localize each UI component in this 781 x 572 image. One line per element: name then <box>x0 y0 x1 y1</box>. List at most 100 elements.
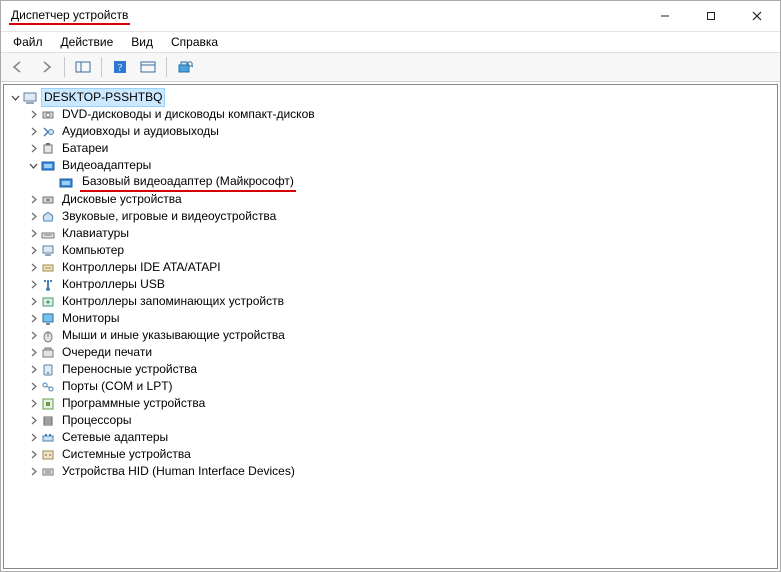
category-row[interactable]: Мониторы <box>26 310 777 327</box>
svg-text:?: ? <box>118 63 123 74</box>
expand-icon[interactable] <box>26 125 40 139</box>
category-row[interactable]: Сетевые адаптеры <box>26 429 777 446</box>
category-label: Компьютер <box>60 242 126 259</box>
show-hide-console-tree-button[interactable] <box>70 55 96 79</box>
device-row[interactable]: Базовый видеоадаптер (Майкрософт) <box>44 174 777 191</box>
menubar: Файл Действие Вид Справка <box>1 32 780 53</box>
scan-hardware-button[interactable] <box>172 55 198 79</box>
device-category-icon <box>40 294 56 310</box>
minimize-button[interactable] <box>642 1 688 31</box>
forward-button[interactable] <box>33 55 59 79</box>
menu-help[interactable]: Справка <box>163 33 226 51</box>
category-label: Программные устройства <box>60 395 207 412</box>
expand-icon[interactable] <box>26 363 40 377</box>
expand-icon[interactable] <box>26 278 40 292</box>
device-category-icon <box>40 260 56 276</box>
tree-root-label: DESKTOP-PSSHTBQ <box>42 89 164 106</box>
expand-icon[interactable] <box>26 210 40 224</box>
expand-icon[interactable] <box>26 380 40 394</box>
device-category-icon <box>40 396 56 412</box>
category-label: Клавиатуры <box>60 225 131 242</box>
expand-icon[interactable] <box>26 227 40 241</box>
device-manager-window: Диспетчер устройств Файл Действие Вид Сп… <box>0 0 781 572</box>
device-category-icon <box>40 311 56 327</box>
menu-file[interactable]: Файл <box>5 33 51 51</box>
category-label: DVD-дисководы и дисководы компакт-дисков <box>60 106 317 123</box>
category-label: Контроллеры IDE ATA/ATAPI <box>60 259 223 276</box>
titlebar: Диспетчер устройств <box>1 1 780 32</box>
tree-root[interactable]: DESKTOP-PSSHTBQ <box>8 89 777 106</box>
expand-icon[interactable] <box>26 329 40 343</box>
properties-button[interactable] <box>135 55 161 79</box>
device-category-icon <box>40 226 56 242</box>
menu-view[interactable]: Вид <box>123 33 161 51</box>
menu-action[interactable]: Действие <box>53 33 122 51</box>
category-label: Процессоры <box>60 412 134 429</box>
expand-icon[interactable] <box>26 312 40 326</box>
category-row[interactable]: Контроллеры запоминающих устройств <box>26 293 777 310</box>
device-category-icon <box>40 243 56 259</box>
category-row[interactable]: Системные устройства <box>26 446 777 463</box>
collapse-icon[interactable] <box>8 91 22 105</box>
expand-icon[interactable] <box>26 261 40 275</box>
device-category-icon <box>40 430 56 446</box>
help-button[interactable]: ? <box>107 55 133 79</box>
window-controls <box>642 1 780 31</box>
category-row[interactable]: Мыши и иные указывающие устройства <box>26 327 777 344</box>
category-row[interactable]: Контроллеры IDE ATA/ATAPI <box>26 259 777 276</box>
expand-icon[interactable] <box>26 465 40 479</box>
category-row[interactable]: Клавиатуры <box>26 225 777 242</box>
device-tree: DESKTOP-PSSHTBQ DVD-дисководы и дисковод… <box>4 89 777 480</box>
category-row[interactable]: Переносные устройства <box>26 361 777 378</box>
scan-hardware-icon <box>177 60 193 74</box>
expand-icon[interactable] <box>26 448 40 462</box>
category-label: Видеоадаптеры <box>60 157 153 174</box>
device-category-icon <box>40 362 56 378</box>
expand-icon[interactable] <box>26 108 40 122</box>
device-category-icon <box>40 464 56 480</box>
category-row[interactable]: Процессоры <box>26 412 777 429</box>
toolbar: ? <box>1 53 780 82</box>
expand-icon[interactable] <box>26 193 40 207</box>
expand-icon[interactable] <box>26 244 40 258</box>
back-button[interactable] <box>5 55 31 79</box>
expand-icon[interactable] <box>26 431 40 445</box>
help-icon: ? <box>113 60 127 74</box>
device-label: Базовый видеоадаптер (Майкрософт) <box>80 174 296 188</box>
expand-icon[interactable] <box>26 397 40 411</box>
expand-icon[interactable] <box>26 142 40 156</box>
expand-icon[interactable] <box>26 414 40 428</box>
device-category-icon <box>40 124 56 140</box>
console-tree-icon <box>75 60 91 74</box>
category-row[interactable]: Порты (COM и LPT) <box>26 378 777 395</box>
category-row[interactable]: Батареи <box>26 140 777 157</box>
category-label: Устройства HID (Human Interface Devices) <box>60 463 297 480</box>
window-title: Диспетчер устройств <box>9 8 130 22</box>
expand-icon[interactable] <box>26 346 40 360</box>
expand-icon[interactable] <box>26 295 40 309</box>
category-row[interactable]: Очереди печати <box>26 344 777 361</box>
device-category-icon <box>40 107 56 123</box>
device-tree-area[interactable]: DESKTOP-PSSHTBQ DVD-дисководы и дисковод… <box>3 84 778 569</box>
category-row[interactable]: Программные устройства <box>26 395 777 412</box>
category-row[interactable]: Звуковые, игровые и видеоустройства <box>26 208 777 225</box>
device-category-icon <box>40 328 56 344</box>
display-adapter-icon <box>58 175 74 191</box>
collapse-icon[interactable] <box>26 159 40 173</box>
category-row[interactable]: Аудиовходы и аудиовыходы <box>26 123 777 140</box>
close-button[interactable] <box>734 1 780 31</box>
device-category-icon <box>40 141 56 157</box>
category-row[interactable]: Видеоадаптеры <box>26 157 777 174</box>
category-row[interactable]: Устройства HID (Human Interface Devices) <box>26 463 777 480</box>
category-row[interactable]: Дисковые устройства <box>26 191 777 208</box>
device-category-icon <box>40 413 56 429</box>
category-row[interactable]: DVD-дисководы и дисководы компакт-дисков <box>26 106 777 123</box>
maximize-button[interactable] <box>688 1 734 31</box>
category-row[interactable]: Компьютер <box>26 242 777 259</box>
category-row[interactable]: Контроллеры USB <box>26 276 777 293</box>
category-label: Системные устройства <box>60 446 193 463</box>
device-category-icon <box>40 192 56 208</box>
minimize-icon <box>660 11 670 21</box>
category-label: Звуковые, игровые и видеоустройства <box>60 208 278 225</box>
category-label: Мониторы <box>60 310 121 327</box>
